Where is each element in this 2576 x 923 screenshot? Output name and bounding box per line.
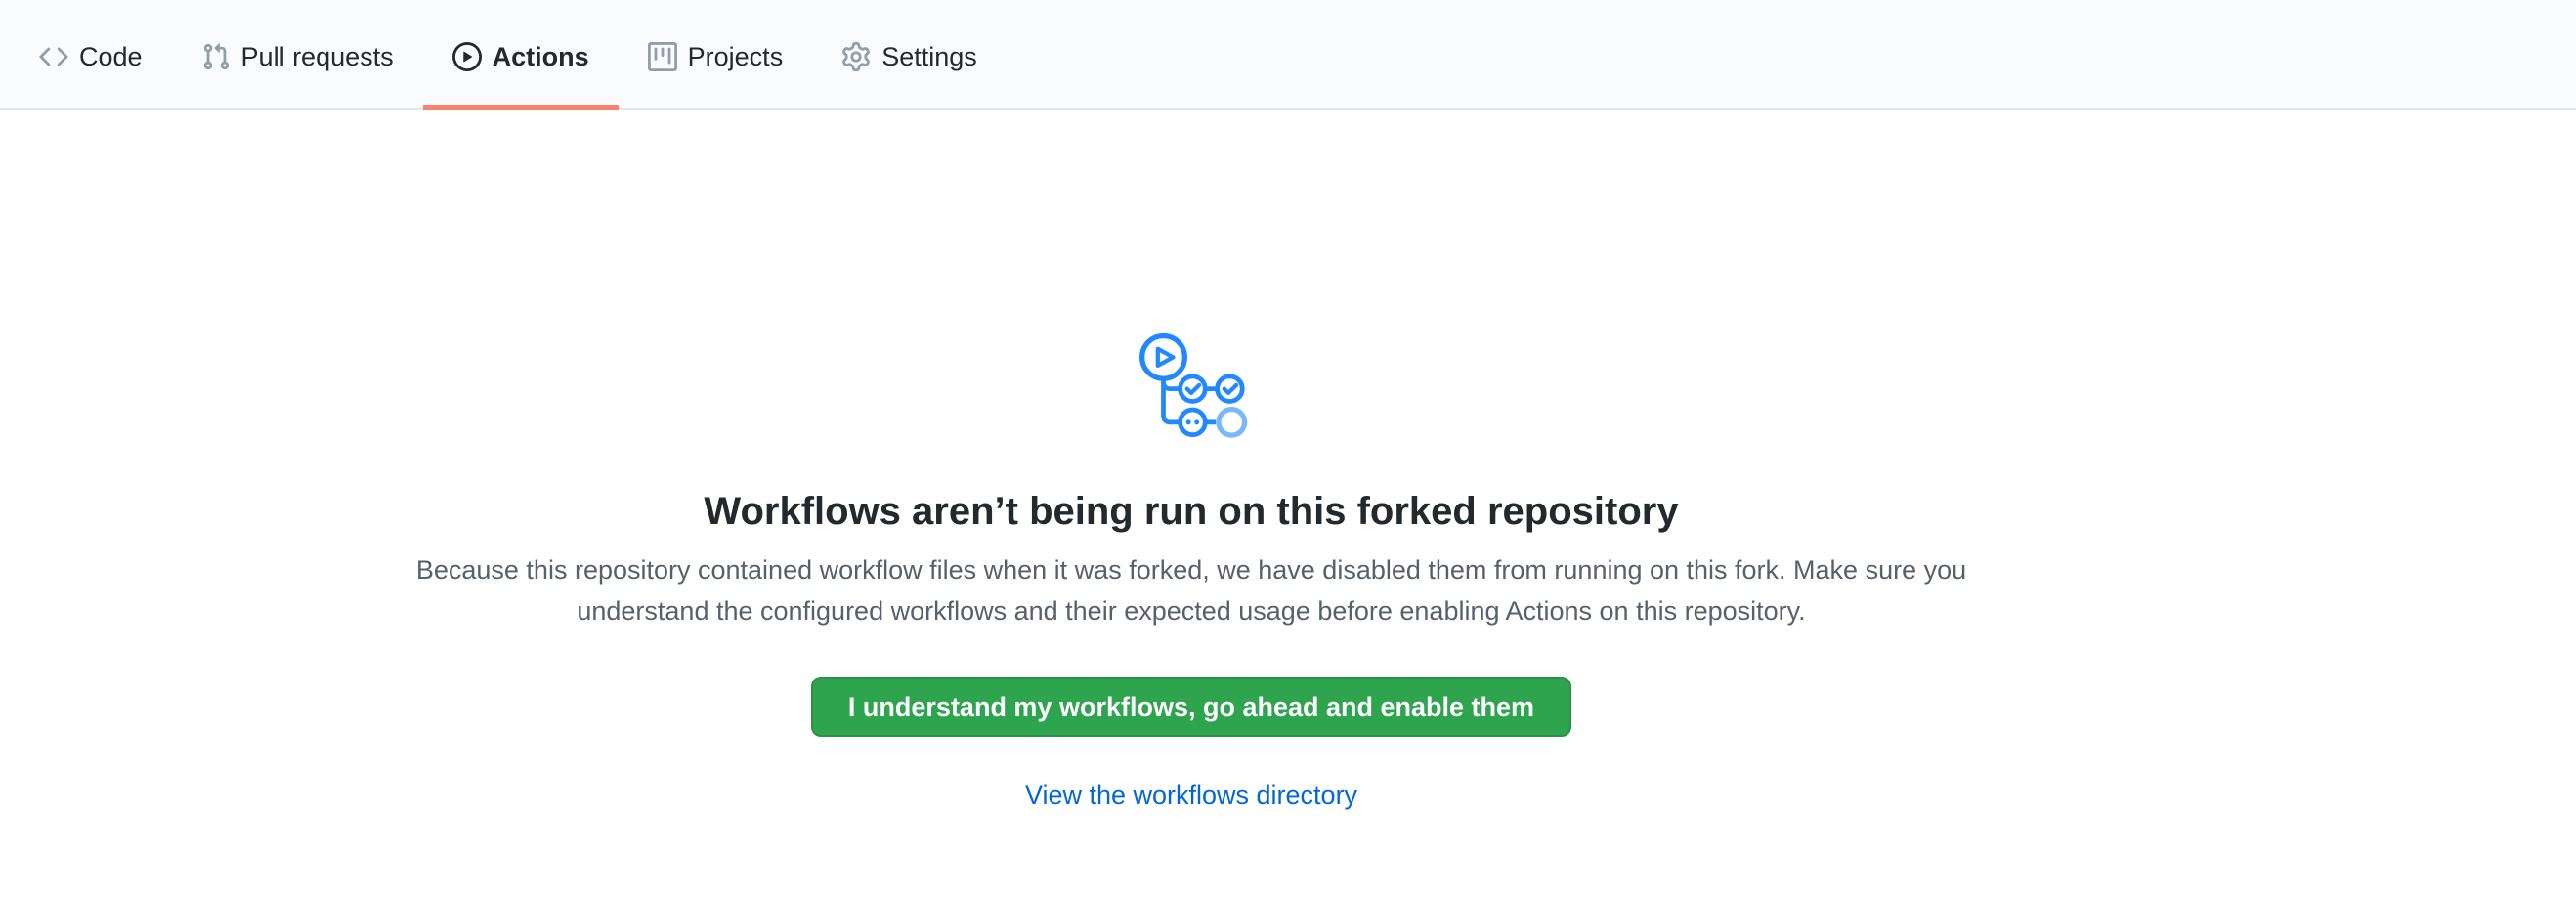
- repo-tab-nav: Code Pull requests Actions Projects Sett…: [0, 0, 2576, 110]
- enable-workflows-button[interactable]: I understand my workflows, go ahead and …: [811, 677, 1571, 737]
- git-pull-request-icon: [201, 42, 231, 71]
- tab-settings-label: Settings: [881, 44, 977, 70]
- tab-actions[interactable]: Actions: [423, 0, 619, 108]
- view-workflows-directory-link[interactable]: View the workflows directory: [1025, 780, 1357, 811]
- tab-pull-requests[interactable]: Pull requests: [172, 0, 423, 108]
- tab-settings[interactable]: Settings: [812, 0, 1007, 108]
- page-title: Workflows aren’t being run on this forke…: [704, 489, 1678, 534]
- tab-projects[interactable]: Projects: [619, 0, 813, 108]
- actions-disabled-page: Workflows aren’t being run on this forke…: [0, 110, 2383, 811]
- blankslate: Workflows aren’t being run on this forke…: [0, 110, 2383, 811]
- play-icon: [452, 42, 482, 71]
- blankslate-description: Because this repository contained workfl…: [390, 549, 1993, 632]
- tab-pull-requests-label: Pull requests: [241, 44, 394, 70]
- tab-code-label: Code: [79, 44, 143, 70]
- gear-icon: [841, 42, 871, 71]
- tab-projects-label: Projects: [688, 44, 784, 70]
- tab-actions-label: Actions: [493, 44, 589, 70]
- code-icon: [39, 42, 68, 71]
- tab-code[interactable]: Code: [10, 0, 172, 108]
- project-icon: [648, 42, 677, 71]
- workflow-graph-icon: [1133, 327, 1250, 438]
